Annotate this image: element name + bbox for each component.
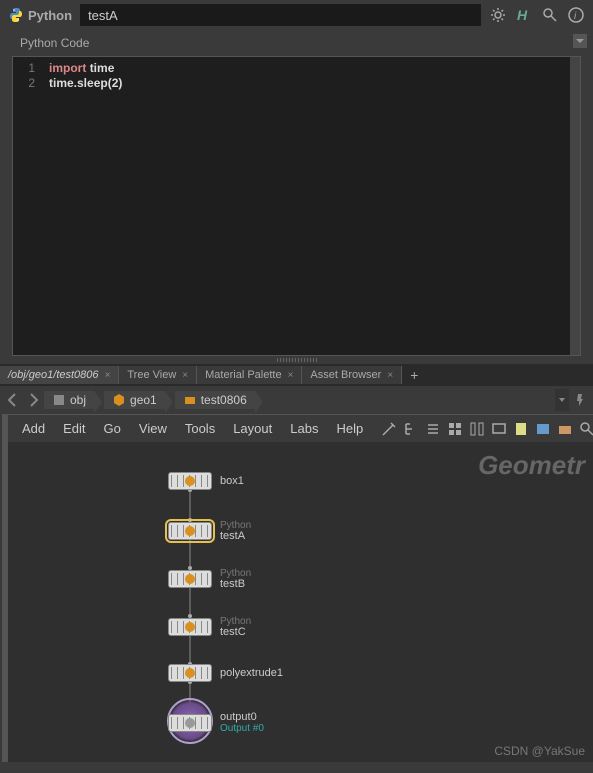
wires	[8, 442, 593, 762]
tab-bar: /obj/geo1/test0806 × Tree View × Materia…	[0, 364, 593, 386]
node-testC[interactable]: PythontestC	[168, 616, 251, 638]
watermark: CSDN @YakSue	[494, 744, 585, 758]
line-gutter: 1 2	[13, 57, 43, 355]
tree-icon[interactable]	[403, 421, 419, 437]
menu-add[interactable]: Add	[14, 417, 53, 440]
scrollbar-vertical[interactable]	[570, 57, 580, 355]
info-icon[interactable]: i	[567, 6, 585, 24]
python-label: Python	[28, 8, 72, 23]
menu-edit[interactable]: Edit	[55, 417, 93, 440]
screen-icon[interactable]	[491, 421, 507, 437]
node-testB[interactable]: PythontestB	[168, 568, 251, 590]
crumb-obj[interactable]: obj	[44, 391, 94, 409]
menu-help[interactable]: Help	[328, 417, 371, 440]
wand-icon[interactable]	[381, 421, 397, 437]
search-icon[interactable]	[541, 6, 559, 24]
search-icon[interactable]	[579, 421, 593, 437]
columns-icon[interactable]	[469, 421, 485, 437]
close-icon[interactable]: ×	[288, 370, 294, 381]
menu-view[interactable]: View	[131, 417, 175, 440]
obj-icon	[52, 393, 66, 407]
grid-icon[interactable]	[447, 421, 463, 437]
code-content[interactable]: import time time.sleep(2)	[43, 57, 570, 355]
tab-asset-browser[interactable]: Asset Browser ×	[302, 366, 402, 384]
menu-labs[interactable]: Labs	[282, 417, 326, 440]
package-icon[interactable]	[557, 421, 573, 437]
list-icon[interactable]	[425, 421, 441, 437]
pin-icon[interactable]	[571, 391, 589, 409]
image-icon[interactable]	[535, 421, 551, 437]
crumb-geo1[interactable]: geo1	[104, 391, 165, 409]
network-menu-bar: Add Edit Go View Tools Layout Labs Help	[2, 414, 593, 442]
houdini-icon[interactable]: H	[515, 6, 533, 24]
gear-icon[interactable]	[489, 6, 507, 24]
node-testA[interactable]: PythontestA	[168, 520, 251, 542]
python-logo-icon	[8, 7, 24, 23]
breadcrumb: obj geo1 test0806	[0, 386, 593, 414]
code-section-label: Python Code	[0, 30, 593, 56]
box-icon	[183, 393, 197, 407]
add-tab-button[interactable]: +	[402, 365, 426, 385]
tab-material-palette[interactable]: Material Palette ×	[197, 366, 302, 384]
code-editor[interactable]: 1 2 import time time.sleep(2)	[12, 56, 581, 356]
panel-divider[interactable]	[0, 356, 593, 364]
tab-tree-view[interactable]: Tree View ×	[119, 366, 197, 384]
svg-text:H: H	[517, 7, 528, 23]
close-icon[interactable]: ×	[387, 370, 393, 381]
note-icon[interactable]	[513, 421, 529, 437]
nav-back-icon[interactable]	[4, 391, 22, 409]
close-icon[interactable]: ×	[105, 370, 111, 381]
node-polyextrude1[interactable]: polyextrude1	[168, 664, 283, 682]
node-name-input[interactable]	[80, 4, 481, 26]
close-icon[interactable]: ×	[182, 370, 188, 381]
network-view[interactable]: Geometr CSDN @YakSue box1 PythontestA Py…	[2, 442, 593, 762]
nav-forward-icon[interactable]	[24, 391, 42, 409]
python-panel-header: Python H i	[0, 0, 593, 30]
geo-icon	[112, 393, 126, 407]
menu-tools[interactable]: Tools	[177, 417, 223, 440]
node-box1[interactable]: box1	[168, 472, 244, 490]
crumb-test0806[interactable]: test0806	[175, 391, 255, 409]
menu-layout[interactable]: Layout	[225, 417, 280, 440]
context-label: Geometr	[478, 450, 585, 481]
breadcrumb-dropdown-icon[interactable]	[555, 389, 569, 411]
node-output0[interactable]: output0Output #0	[168, 712, 264, 734]
code-dropdown-icon[interactable]	[573, 34, 587, 48]
tab-path[interactable]: /obj/geo1/test0806 ×	[0, 366, 119, 384]
svg-text:i: i	[574, 11, 577, 22]
menu-go[interactable]: Go	[96, 417, 129, 440]
